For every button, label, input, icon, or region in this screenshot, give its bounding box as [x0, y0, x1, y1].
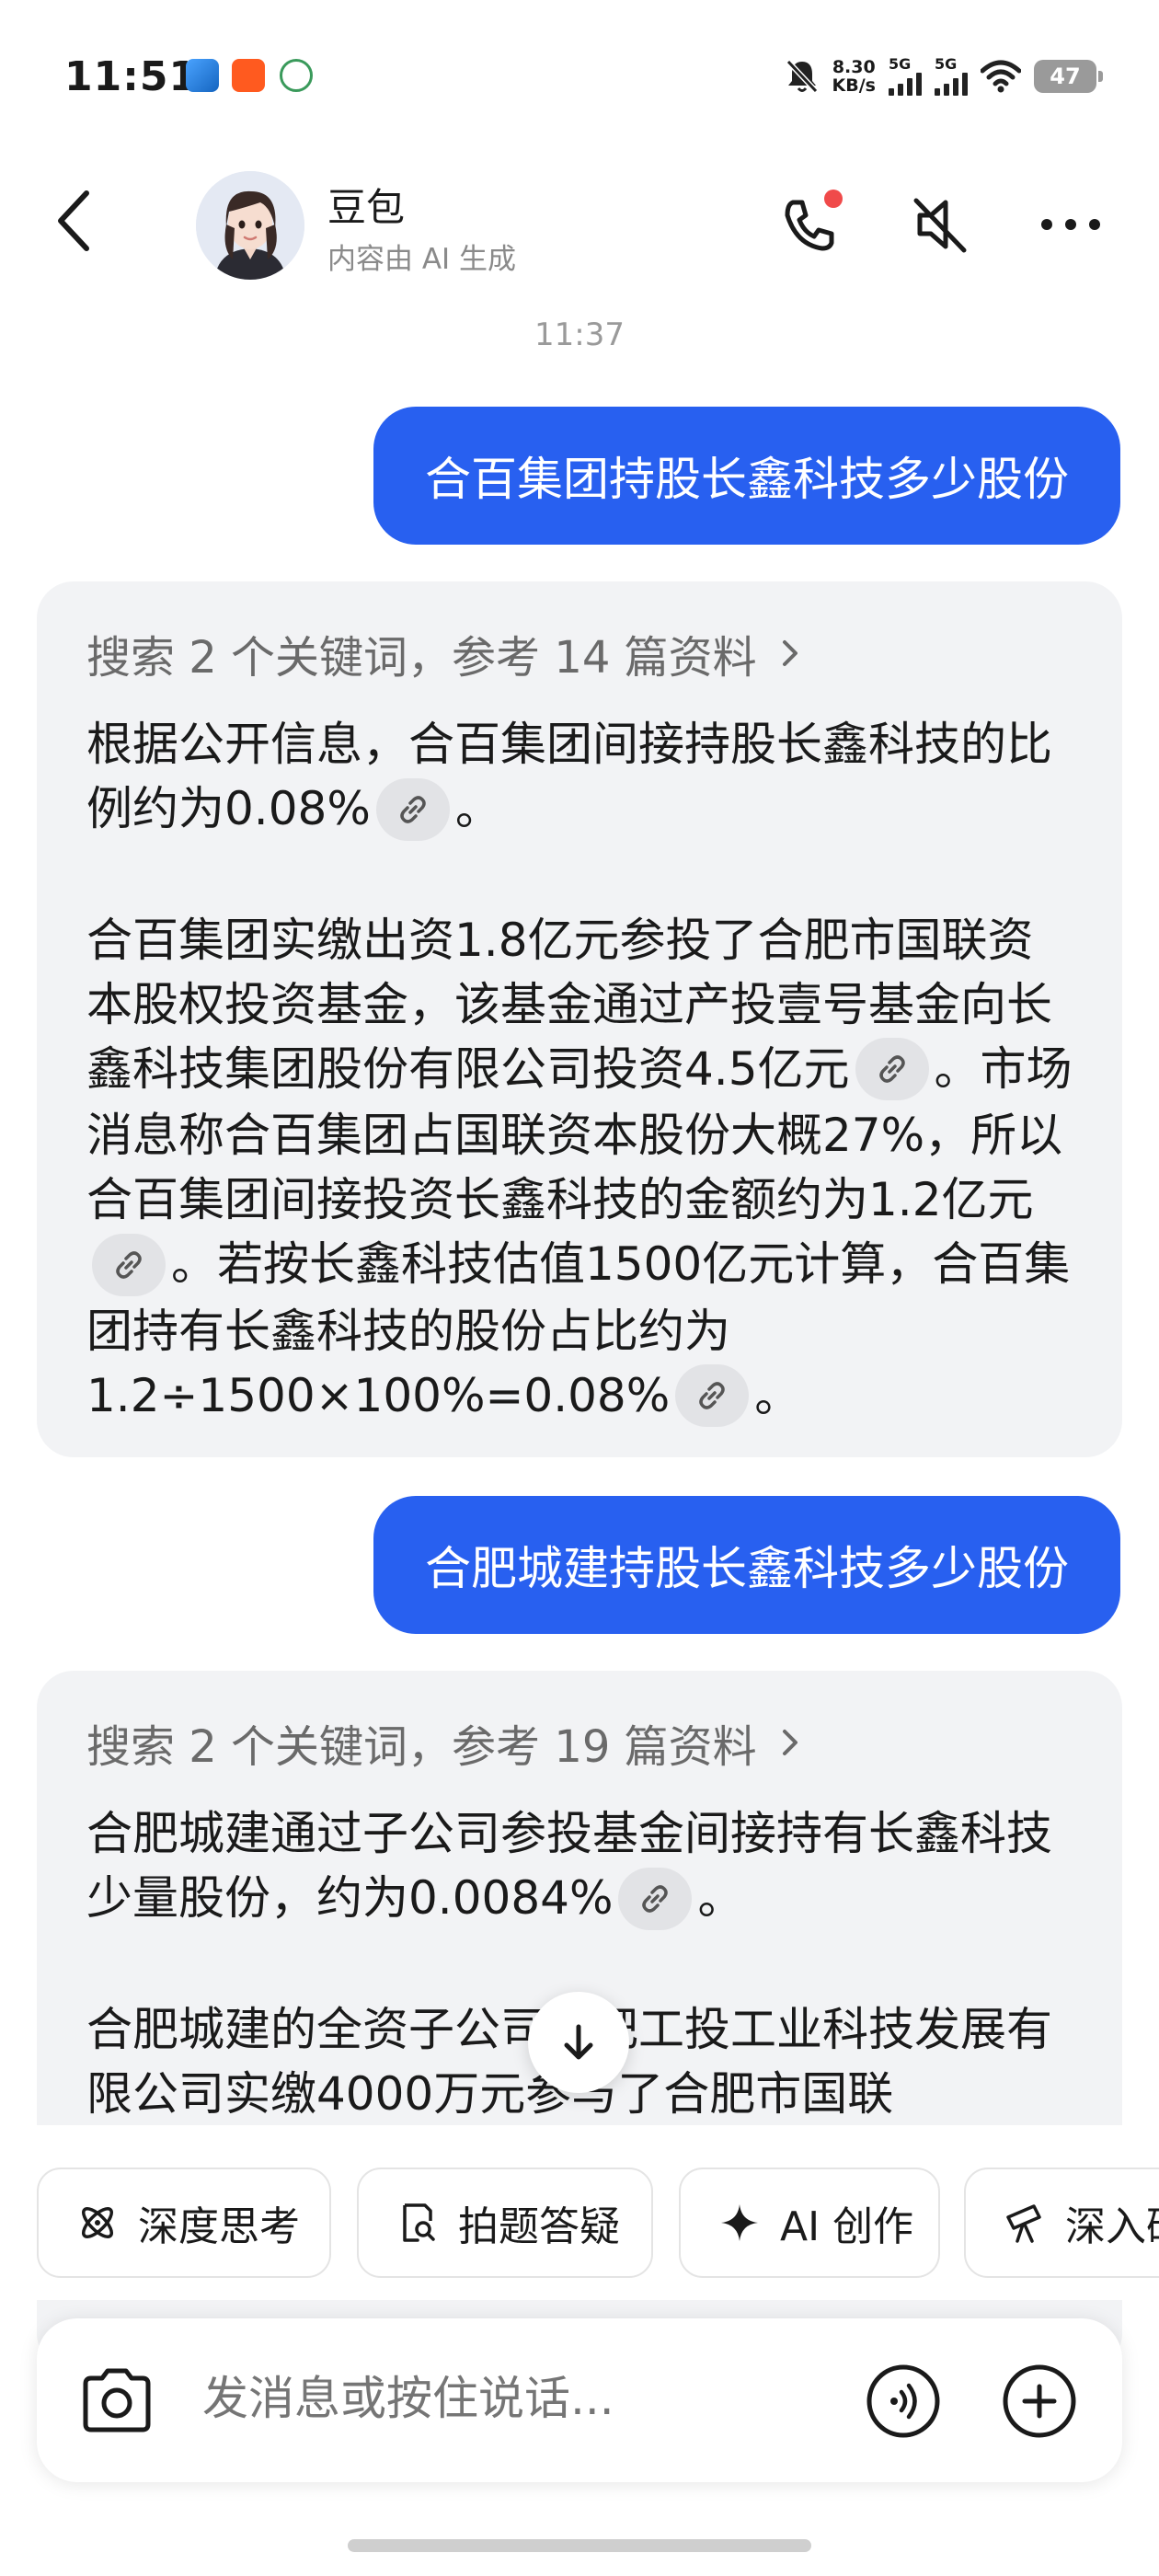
- answer-text: 。: [754, 1368, 801, 1422]
- link-icon: [400, 795, 426, 823]
- answer-text: 。: [697, 1871, 744, 1925]
- reference-link[interactable]: [855, 1038, 929, 1100]
- avatar-image: [196, 171, 304, 280]
- link-icon: [699, 1382, 725, 1409]
- link-icon: [116, 1250, 142, 1279]
- answer-text: 。: [454, 782, 501, 835]
- chip-label: 深度思考: [138, 2203, 300, 2250]
- back-arrow-icon: [58, 190, 89, 251]
- chip-ai-create[interactable]: AI 创作: [679, 2168, 940, 2278]
- user-message[interactable]: 合肥城建持股长鑫科技多少股份: [373, 1496, 1120, 1634]
- scroll-to-bottom-button[interactable]: [528, 1992, 629, 2093]
- atom-icon: [82, 2207, 113, 2238]
- arrow-down-icon: [564, 2024, 593, 2060]
- telescope-icon: [1006, 2204, 1041, 2243]
- signal-indicator: 5G: [935, 57, 968, 96]
- quick-actions-bar: 深度思考 拍题答疑 AI 创作 深入研究: [0, 2125, 1159, 2300]
- chat-subtitle: 内容由 AI 生成: [327, 243, 517, 276]
- chat-screen: 11:51 8.30 KB/s 5G 5G 47 豆包 内容由 AI 生成 11…: [0, 0, 1159, 2576]
- ai-response-card: 搜索 2 个关键词，参考 14 篇资料 根据公开信息，合百集团间接持股长鑫科技的…: [37, 581, 1122, 1457]
- chip-deep-thinking[interactable]: 深度思考: [37, 2168, 331, 2278]
- avatar[interactable]: [196, 171, 304, 280]
- answer-text: 根据公开信息，合百集团间接持股长鑫科技的比例约为0.08%: [86, 718, 1052, 835]
- sparkle-icon: [721, 2204, 758, 2241]
- network-type: 5G: [889, 55, 912, 73]
- camera-button[interactable]: [77, 2361, 156, 2440]
- status-time: 11:51: [64, 53, 199, 100]
- add-button[interactable]: [1001, 2363, 1078, 2440]
- call-button[interactable]: [773, 188, 846, 261]
- reference-link[interactable]: [675, 1364, 750, 1427]
- search-sources-link[interactable]: 搜索 2 个关键词，参考 14 篇资料: [86, 626, 1073, 684]
- app-notification-icon: [186, 59, 219, 92]
- message-input[interactable]: [202, 2372, 736, 2425]
- net-speed-value: 8.30: [832, 57, 876, 77]
- answer-text: 合肥城建通过子公司参投基金间接持有长鑫科技少量股份，约为0.0084%: [86, 1807, 1052, 1925]
- message-timestamp: 11:37: [534, 316, 625, 353]
- chip-deep-research[interactable]: 深入研究: [964, 2168, 1159, 2278]
- phone-icon: [785, 190, 843, 251]
- signal-bars-icon: [889, 72, 922, 96]
- link-icon: [642, 1884, 669, 1913]
- battery-icon: 47: [1034, 60, 1103, 93]
- chip-photo-question[interactable]: 拍题答疑: [357, 2168, 653, 2278]
- search-summary: 搜索 2 个关键词，参考 19 篇资料: [86, 1721, 757, 1773]
- chip-label: 深入研究: [1065, 2203, 1159, 2250]
- answer-text: 。若按长鑫科技估值1500亿元计算，合百集团持有长鑫科技的股份占比约为1.2÷1…: [86, 1237, 1071, 1422]
- chevron-right-icon: [782, 640, 798, 666]
- signal-indicator: 5G: [889, 57, 922, 96]
- document-search-icon: [403, 2203, 435, 2242]
- home-indicator[interactable]: [348, 2539, 811, 2552]
- search-sources-link[interactable]: 搜索 2 个关键词，参考 19 篇资料: [86, 1715, 1073, 1773]
- chip-label: AI 创作: [780, 2203, 914, 2250]
- app-notification-icon: [280, 59, 313, 92]
- answer-paragraph: 根据公开信息，合百集团间接持股长鑫科技的比例约为0.08%。: [86, 712, 1073, 844]
- back-button[interactable]: [48, 184, 103, 258]
- voice-call-button[interactable]: [865, 2363, 942, 2440]
- reference-link[interactable]: [618, 1867, 693, 1930]
- answer-paragraph: 合肥城建通过子公司参投基金间接持有长鑫科技少量股份，约为0.0084%。: [86, 1801, 1073, 1933]
- chat-name: 豆包: [327, 185, 406, 230]
- chat-header: 豆包 内容由 AI 生成: [0, 156, 1159, 294]
- network-type: 5G: [935, 55, 958, 73]
- search-summary: 搜索 2 个关键词，参考 14 篇资料: [86, 632, 757, 684]
- reference-link[interactable]: [92, 1233, 166, 1296]
- link-icon: [878, 1055, 905, 1083]
- mute-button[interactable]: [903, 188, 977, 261]
- answer-paragraph: 合百集团实缴出资1.8亿元参投了合肥市国联资本股权投资基金，该基金通过产投壹号基…: [86, 908, 1073, 1431]
- status-indicators: 8.30 KB/s 5G 5G 47: [785, 53, 1103, 99]
- wifi-icon: [981, 60, 1021, 93]
- plus-icon: [1003, 2364, 1076, 2438]
- silent-bell-icon: [786, 59, 818, 94]
- camera-icon: [83, 2368, 151, 2432]
- message-input-bar: [37, 2318, 1122, 2482]
- user-message[interactable]: 合百集团持股长鑫科技多少股份: [373, 407, 1120, 545]
- more-icon: [1041, 219, 1100, 230]
- net-speed-unit: KB/s: [832, 75, 876, 96]
- signal-bars-icon: [935, 72, 968, 96]
- chevron-right-icon: [782, 1730, 798, 1755]
- ai-response-text: 根据公开信息，合百集团间接持股长鑫科技的比例约为0.08%。 合百集团实缴出资1…: [86, 712, 1073, 1430]
- app-notification-icon: [232, 59, 265, 92]
- status-bar: 11:51 8.30 KB/s 5G 5G 47: [0, 0, 1159, 156]
- net-speed: 8.30 KB/s: [832, 58, 876, 95]
- more-button[interactable]: [1034, 188, 1107, 261]
- mute-icon: [913, 198, 967, 253]
- reference-link[interactable]: [375, 777, 450, 841]
- chip-label: 拍题答疑: [458, 2203, 620, 2250]
- voice-wave-icon: [866, 2364, 940, 2438]
